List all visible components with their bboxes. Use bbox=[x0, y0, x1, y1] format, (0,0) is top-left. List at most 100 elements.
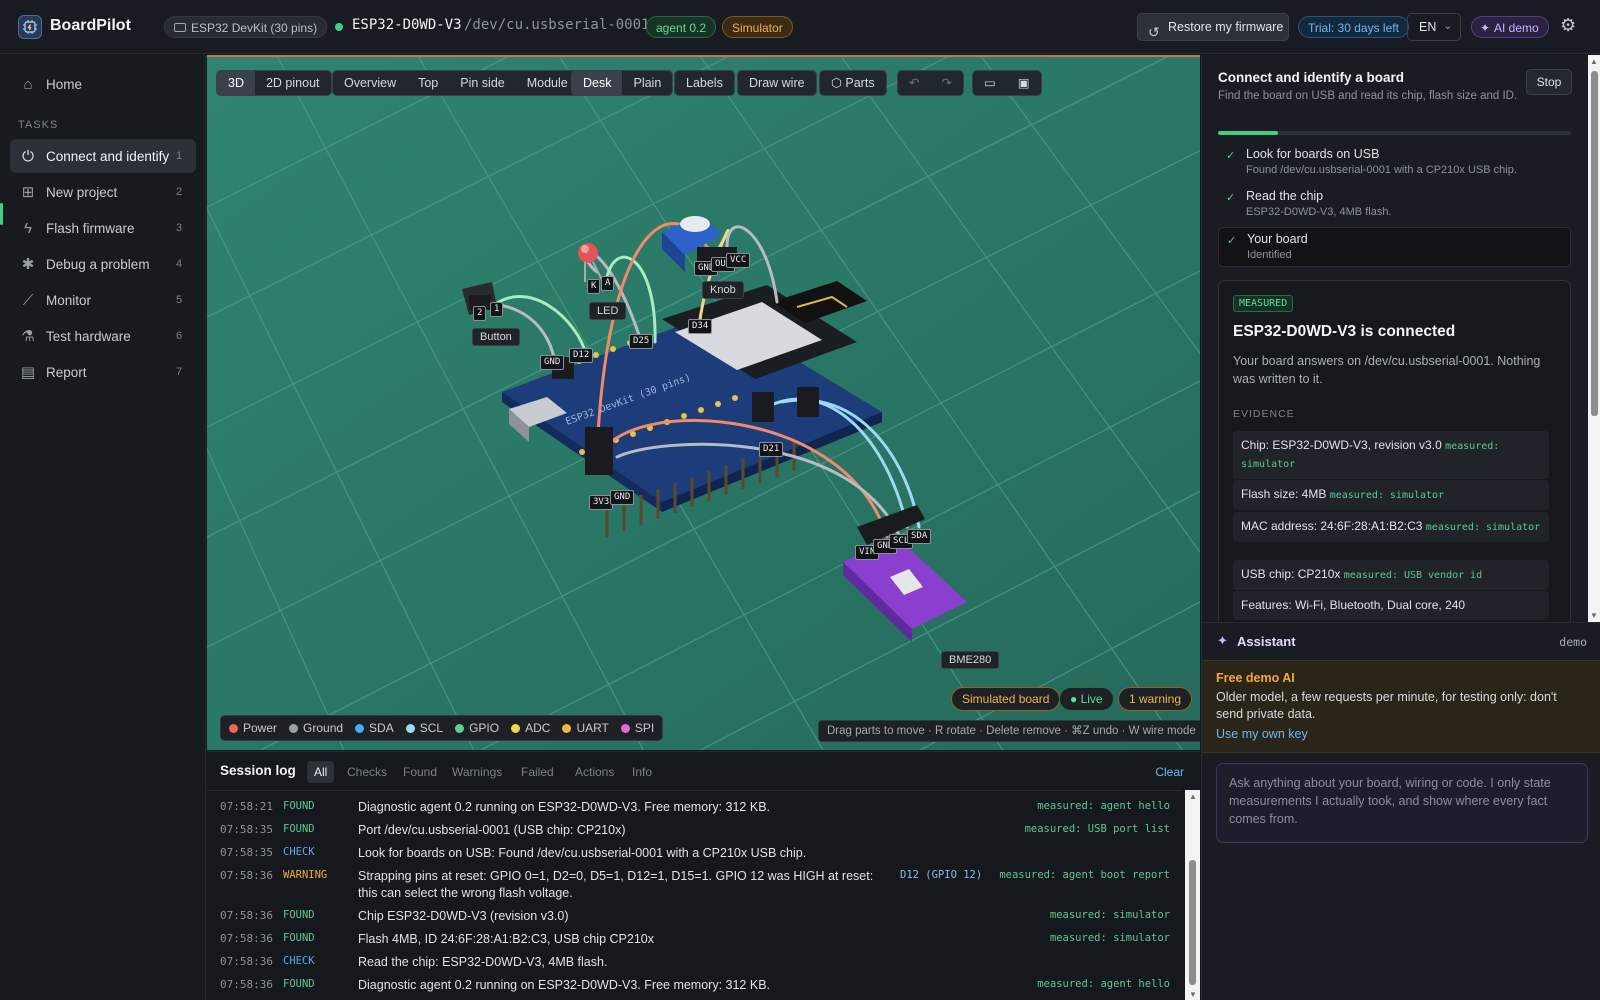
result-body: Your board answers on /dev/cu.usbserial-… bbox=[1233, 354, 1541, 386]
sensor-part-label: BME280 bbox=[941, 651, 1000, 669]
log-tab-all[interactable]: All bbox=[307, 761, 335, 783]
surface-plain-button[interactable]: Plain bbox=[622, 71, 672, 95]
parts-button[interactable]: ⬡ Parts bbox=[820, 71, 886, 95]
log-source: measured: USB port list bbox=[1024, 823, 1170, 835]
pin-tag: 2 bbox=[473, 306, 487, 321]
scroll-up-icon[interactable]: ▲ bbox=[1189, 792, 1197, 801]
pin-tag: K bbox=[587, 279, 601, 294]
legend-item-adc: ADC bbox=[511, 721, 550, 735]
task-step-current[interactable]: ✓ Your board Identified bbox=[1218, 227, 1571, 267]
scroll-up-icon[interactable]: ▲ bbox=[1590, 57, 1598, 66]
log-tab-failed[interactable]: Failed bbox=[514, 761, 561, 783]
undo-icon[interactable]: ↶ bbox=[898, 71, 930, 95]
log-pin-ref[interactable]: D12 (GPIO 12) bbox=[900, 869, 982, 881]
restore-firmware-button[interactable]: ↺ Restore my firmware bbox=[1137, 13, 1289, 41]
camera-presets: Overview Top Pin side Module bbox=[332, 70, 580, 96]
camera-top-button[interactable]: Top bbox=[407, 71, 449, 95]
log-scrollbar-thumb[interactable] bbox=[1189, 860, 1196, 985]
log-source: measured: agent hello bbox=[1037, 800, 1170, 812]
task-progress-bar bbox=[1218, 131, 1571, 135]
sidebar-item-flash[interactable]: ϟ Flash firmware 3 bbox=[10, 211, 196, 245]
log-kind: CHECK bbox=[283, 846, 315, 858]
live-status-badge: ● Live bbox=[1059, 687, 1114, 711]
legend-item-scl: SCL bbox=[405, 721, 443, 735]
camera-pin-side-button[interactable]: Pin side bbox=[449, 71, 515, 95]
log-message: Diagnostic agent 0.2 running on ESP32-D0… bbox=[358, 978, 771, 992]
assistant-title: Assistant bbox=[1237, 634, 1296, 649]
evidence-item: Features: Wi-Fi, Bluetooth, Dual core, 2… bbox=[1233, 591, 1549, 620]
language-select[interactable]: EN ⌄ bbox=[1407, 13, 1461, 41]
wire-color-legend: Power Ground SDA SCL GPIO ADC UART SPI bbox=[220, 715, 664, 741]
sidebar-item-label: New project bbox=[46, 184, 118, 200]
task-progress-fill bbox=[1218, 131, 1278, 135]
ai-demo-badge[interactable]: ✦ AI demo bbox=[1471, 16, 1549, 38]
log-message: Chip ESP32-D0WD-V3 (revision v3.0) bbox=[358, 909, 569, 923]
log-scrollbar[interactable]: ▲ ▼ bbox=[1185, 790, 1200, 1000]
board-selector[interactable]: ESP32 DevKit (30 pins) bbox=[164, 16, 328, 38]
draw-wire-button[interactable]: Draw wire bbox=[738, 71, 816, 95]
step-detail: Identified bbox=[1247, 249, 1292, 261]
scroll-down-icon[interactable]: ▼ bbox=[1189, 990, 1197, 999]
use-own-key-link[interactable]: Use my own key bbox=[1216, 727, 1308, 741]
assistant-input[interactable]: Ask anything about your board, wiring or… bbox=[1216, 763, 1588, 843]
gear-icon[interactable]: ⚙ bbox=[1560, 15, 1576, 36]
sidebar-item-monitor[interactable]: ⟋ Monitor 5 bbox=[10, 283, 196, 317]
log-tab-found[interactable]: Found bbox=[396, 761, 444, 783]
sparkle-icon: ✦ bbox=[1217, 633, 1228, 648]
view-3d-button[interactable]: 3D bbox=[217, 71, 255, 95]
sparkle-icon: ✦ bbox=[1480, 21, 1491, 35]
log-tab-info[interactable]: Info bbox=[625, 761, 659, 783]
pin-tag: A bbox=[601, 276, 615, 291]
camera-module-button[interactable]: Module bbox=[516, 71, 579, 95]
log-time: 07:58:36 bbox=[220, 932, 273, 945]
evidence-item: USB chip: CP210x measured: USB vendor id bbox=[1233, 560, 1549, 590]
scroll-down-icon[interactable]: ▼ bbox=[1590, 611, 1598, 620]
trial-badge[interactable]: Trial: 30 days left bbox=[1298, 16, 1409, 38]
sidebar-item-label: Test hardware bbox=[46, 328, 131, 344]
pin-tag: GND bbox=[540, 355, 565, 370]
restore-firmware-label: Restore my firmware bbox=[1168, 20, 1284, 34]
log-source: measured: simulator bbox=[1049, 909, 1170, 921]
history-group: ↶ ↷ bbox=[897, 70, 964, 96]
task-panel-scrollbar[interactable]: ▲ ▼ bbox=[1588, 55, 1600, 622]
sidebar-item-test[interactable]: ⚗ Test hardware 6 bbox=[10, 319, 196, 353]
task-step: ✓ Read the chip ESP32-D0WD-V3, 4MB flash… bbox=[1218, 185, 1571, 225]
connection-status-dot bbox=[335, 23, 343, 31]
pin-tag: VCC bbox=[726, 253, 751, 268]
log-tab-checks[interactable]: Checks bbox=[340, 761, 394, 783]
assistant-header: ✦ Assistant demo bbox=[1202, 622, 1600, 660]
restore-icon: ↺ bbox=[1148, 24, 1160, 40]
log-tab-warnings[interactable]: Warnings bbox=[445, 761, 509, 783]
sidebar-item-connect[interactable]: ⏻ Connect and identify 1 bbox=[10, 139, 196, 173]
labels-button[interactable]: Labels bbox=[675, 71, 734, 95]
camera-overview-button[interactable]: Overview bbox=[333, 71, 407, 95]
sidebar-item-label: Report bbox=[46, 364, 87, 380]
log-tab-actions[interactable]: Actions bbox=[568, 761, 621, 783]
folder-icon[interactable]: ▭ bbox=[973, 71, 1007, 95]
log-kind: FOUND bbox=[283, 800, 315, 812]
result-card: MEASURED ESP32-D0WD-V3 is connected Your… bbox=[1218, 280, 1571, 622]
sidebar-item-number: 4 bbox=[176, 258, 183, 270]
sidebar-item-new-project[interactable]: ⊞ New project 2 bbox=[10, 175, 196, 209]
clear-log-button[interactable]: Clear bbox=[1155, 765, 1184, 779]
parts-group: ⬡ Parts bbox=[819, 70, 887, 96]
demo-ai-notice: Free demo AI Older model, a few requests… bbox=[1202, 660, 1600, 753]
surface-desk-button[interactable]: Desk bbox=[572, 71, 623, 95]
sidebar-item-debug[interactable]: ✱ Debug a problem 4 bbox=[10, 247, 196, 281]
simulator-badge: Simulator bbox=[722, 16, 793, 38]
save-icon[interactable]: ▣ bbox=[1007, 71, 1041, 95]
redo-icon[interactable]: ↷ bbox=[930, 71, 962, 95]
sidebar-item-report[interactable]: ▤ Report 7 bbox=[10, 355, 196, 389]
evidence-heading: EVIDENCE bbox=[1233, 408, 1295, 420]
task-panel: Connect and identify a board Find the bo… bbox=[1201, 55, 1600, 1000]
sidebar-item-number: 2 bbox=[176, 186, 183, 198]
view-2d-pinout-button[interactable]: 2D pinout bbox=[255, 71, 331, 95]
board-3d-viewport[interactable]: ESP32 DevKit (30 pins) 3D 2D pinout Over… bbox=[207, 55, 1200, 750]
sidebar-item-home[interactable]: ⌂ Home bbox=[10, 67, 196, 101]
warning-count-badge[interactable]: 1 warning bbox=[1118, 687, 1193, 711]
legend-item-gpio: GPIO bbox=[455, 721, 499, 735]
task-panel-scrollbar-thumb[interactable] bbox=[1591, 71, 1598, 416]
log-kind: FOUND bbox=[283, 978, 315, 990]
stop-button[interactable]: Stop bbox=[1526, 69, 1572, 95]
log-time: 07:58:36 bbox=[220, 978, 273, 991]
